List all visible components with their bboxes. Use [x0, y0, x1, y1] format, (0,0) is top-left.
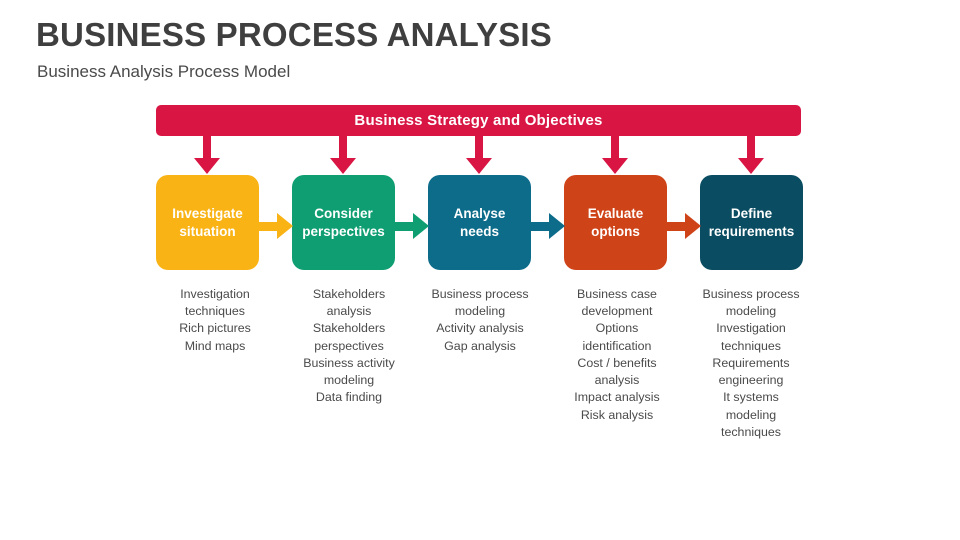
page-subtitle: Business Analysis Process Model: [37, 62, 291, 81]
process-box-define-requirements[interactable]: Define requirements: [700, 175, 803, 270]
arrow-head: [685, 213, 701, 239]
arrow-stem: [747, 134, 755, 160]
right-arrow-step-2-to-3: [389, 213, 429, 239]
detail-list-investigate-situation: Investigation techniques Rich pictures M…: [179, 287, 251, 353]
page-title: BUSINESS PROCESS ANALYSIS: [36, 16, 553, 53]
process-box-label: Consider perspectives: [302, 205, 385, 239]
business-strategy-banner[interactable]: Business Strategy and Objectives: [156, 105, 801, 136]
detail-list-define-requirements: Business process modeling Investigation …: [702, 287, 800, 439]
arrow-stem: [611, 134, 619, 160]
arrow-stem: [661, 222, 687, 231]
detail-list-analyse-needs: Business process modeling Activity analy…: [431, 287, 529, 353]
process-box-label: Evaluate options: [587, 205, 644, 239]
arrow-stem: [253, 222, 279, 231]
arrow-stem: [389, 222, 415, 231]
slide-canvas: BUSINESS PROCESS ANALYSIS Business Analy…: [0, 0, 960, 540]
arrow-stem: [203, 134, 211, 160]
process-box-label: Define requirements: [708, 205, 795, 239]
arrow-head: [277, 213, 293, 239]
arrow-stem: [525, 222, 551, 231]
arrow-head: [413, 213, 429, 239]
right-arrow-step-3-to-4: [525, 213, 565, 239]
arrow-head: [194, 158, 220, 174]
banner-label: Business Strategy and Objectives: [354, 112, 603, 129]
down-arrow-to-step-4: [602, 134, 628, 174]
arrow-stem: [339, 134, 347, 160]
detail-list-evaluate-options: Business case development Options identi…: [574, 287, 660, 422]
down-arrow-to-step-1: [194, 134, 220, 174]
arrow-head: [466, 158, 492, 174]
right-arrow-step-4-to-5: [661, 213, 701, 239]
process-box-analyse-needs[interactable]: Analyse needs: [428, 175, 531, 270]
process-box-label: Investigate situation: [172, 205, 243, 239]
arrow-stem: [475, 134, 483, 160]
down-arrow-to-step-5: [738, 134, 764, 174]
right-arrow-step-1-to-2: [253, 213, 293, 239]
arrow-head: [549, 213, 565, 239]
arrow-head: [738, 158, 764, 174]
process-box-evaluate-options[interactable]: Evaluate options: [564, 175, 667, 270]
arrow-head: [602, 158, 628, 174]
process-box-investigate-situation[interactable]: Investigate situation: [156, 175, 259, 270]
process-box-consider-perspectives[interactable]: Consider perspectives: [292, 175, 395, 270]
detail-list-consider-perspectives: Stakeholders analysis Stakeholders persp…: [303, 287, 395, 405]
down-arrow-to-step-2: [330, 134, 356, 174]
down-arrow-to-step-3: [466, 134, 492, 174]
process-box-label: Analyse needs: [453, 205, 506, 239]
arrow-head: [330, 158, 356, 174]
